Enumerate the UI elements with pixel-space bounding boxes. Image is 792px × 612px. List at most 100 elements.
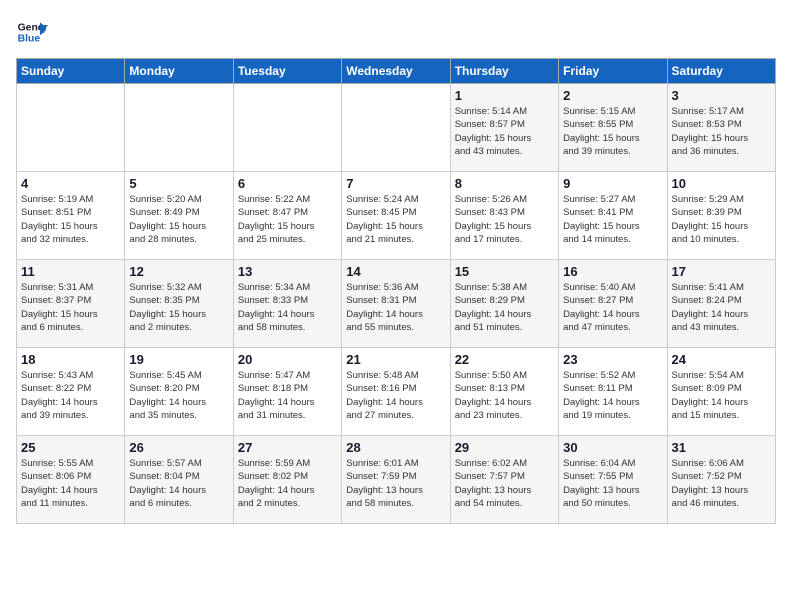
day-info: Sunrise: 5:54 AM Sunset: 8:09 PM Dayligh…: [672, 369, 771, 422]
day-number: 5: [129, 176, 228, 191]
day-number: 6: [238, 176, 337, 191]
calendar-cell: [125, 84, 233, 172]
day-info: Sunrise: 5:52 AM Sunset: 8:11 PM Dayligh…: [563, 369, 662, 422]
calendar-cell: 11 Sunrise: 5:31 AM Sunset: 8:37 PM Dayli…: [17, 260, 125, 348]
page-header: General Blue: [16, 16, 776, 48]
calendar-cell: 19Sunrise: 5:45 AM Sunset: 8:20 PM Dayli…: [125, 348, 233, 436]
day-number: 14: [346, 264, 445, 279]
day-info: Sunrise: 5:32 AM Sunset: 8:35 PM Dayligh…: [129, 281, 228, 334]
calendar-cell: 18Sunrise: 5:43 AM Sunset: 8:22 PM Dayli…: [17, 348, 125, 436]
calendar-cell: 28 Sunrise: 6:01 AM Sunset: 7:59 PM Dayli…: [342, 436, 450, 524]
calendar-cell: 26Sunrise: 5:57 AM Sunset: 8:04 PM Dayli…: [125, 436, 233, 524]
calendar-cell: 2 Sunrise: 5:15 AM Sunset: 8:55 PM Daylig…: [559, 84, 667, 172]
calendar-week-2: 11 Sunrise: 5:31 AM Sunset: 8:37 PM Dayli…: [17, 260, 776, 348]
logo: General Blue: [16, 16, 52, 48]
calendar-cell: 5 Sunrise: 5:20 AM Sunset: 8:49 PM Daylig…: [125, 172, 233, 260]
day-info: Sunrise: 5:59 AM Sunset: 8:02 PM Dayligh…: [238, 457, 337, 510]
calendar-cell: 9 Sunrise: 5:27 AM Sunset: 8:41 PM Daylig…: [559, 172, 667, 260]
day-info: Sunrise: 5:41 AM Sunset: 8:24 PM Dayligh…: [672, 281, 771, 334]
calendar-week-4: 25Sunrise: 5:55 AM Sunset: 8:06 PM Dayli…: [17, 436, 776, 524]
day-number: 11: [21, 264, 120, 279]
day-info: Sunrise: 5:14 AM Sunset: 8:57 PM Dayligh…: [455, 105, 554, 158]
day-number: 8: [455, 176, 554, 191]
day-number: 1: [455, 88, 554, 103]
day-info: Sunrise: 5:27 AM Sunset: 8:41 PM Dayligh…: [563, 193, 662, 246]
day-number: 21: [346, 352, 445, 367]
day-info: Sunrise: 6:04 AM Sunset: 7:55 PM Dayligh…: [563, 457, 662, 510]
day-number: 2: [563, 88, 662, 103]
calendar-table: SundayMondayTuesdayWednesdayThursdayFrid…: [16, 58, 776, 524]
day-info: Sunrise: 5:19 AM Sunset: 8:51 PM Dayligh…: [21, 193, 120, 246]
day-number: 28: [346, 440, 445, 455]
day-number: 4: [21, 176, 120, 191]
day-info: Sunrise: 6:02 AM Sunset: 7:57 PM Dayligh…: [455, 457, 554, 510]
svg-text:Blue: Blue: [18, 34, 41, 45]
day-number: 18: [21, 352, 120, 367]
calendar-cell: 6 Sunrise: 5:22 AM Sunset: 8:47 PM Daylig…: [233, 172, 341, 260]
day-number: 29: [455, 440, 554, 455]
day-number: 27: [238, 440, 337, 455]
day-number: 23: [563, 352, 662, 367]
day-info: Sunrise: 5:29 AM Sunset: 8:39 PM Dayligh…: [672, 193, 771, 246]
day-number: 9: [563, 176, 662, 191]
calendar-cell: 8 Sunrise: 5:26 AM Sunset: 8:43 PM Daylig…: [450, 172, 558, 260]
calendar-cell: 13 Sunrise: 5:34 AM Sunset: 8:33 PM Dayli…: [233, 260, 341, 348]
day-info: Sunrise: 5:20 AM Sunset: 8:49 PM Dayligh…: [129, 193, 228, 246]
calendar-cell: 27 Sunrise: 5:59 AM Sunset: 8:02 PM Dayli…: [233, 436, 341, 524]
weekday-header-tuesday: Tuesday: [233, 59, 341, 84]
day-number: 13: [238, 264, 337, 279]
day-number: 24: [672, 352, 771, 367]
day-info: Sunrise: 5:26 AM Sunset: 8:43 PM Dayligh…: [455, 193, 554, 246]
calendar-cell: 12 Sunrise: 5:32 AM Sunset: 8:35 PM Dayli…: [125, 260, 233, 348]
calendar-cell: 21 Sunrise: 5:48 AM Sunset: 8:16 PM Dayli…: [342, 348, 450, 436]
day-info: Sunrise: 5:22 AM Sunset: 8:47 PM Dayligh…: [238, 193, 337, 246]
day-number: 25: [21, 440, 120, 455]
calendar-week-1: 4 Sunrise: 5:19 AM Sunset: 8:51 PM Daylig…: [17, 172, 776, 260]
calendar-cell: 7Sunrise: 5:24 AM Sunset: 8:45 PM Daylig…: [342, 172, 450, 260]
calendar-cell: 25Sunrise: 5:55 AM Sunset: 8:06 PM Dayli…: [17, 436, 125, 524]
calendar-cell: 16Sunrise: 5:40 AM Sunset: 8:27 PM Dayli…: [559, 260, 667, 348]
weekday-header-sunday: Sunday: [17, 59, 125, 84]
calendar-cell: 4 Sunrise: 5:19 AM Sunset: 8:51 PM Daylig…: [17, 172, 125, 260]
day-number: 15: [455, 264, 554, 279]
day-number: 22: [455, 352, 554, 367]
day-number: 31: [672, 440, 771, 455]
weekday-row: SundayMondayTuesdayWednesdayThursdayFrid…: [17, 59, 776, 84]
calendar-cell: 29 Sunrise: 6:02 AM Sunset: 7:57 PM Dayli…: [450, 436, 558, 524]
calendar-cell: 10Sunrise: 5:29 AM Sunset: 8:39 PM Dayli…: [667, 172, 775, 260]
day-info: Sunrise: 6:01 AM Sunset: 7:59 PM Dayligh…: [346, 457, 445, 510]
day-info: Sunrise: 5:34 AM Sunset: 8:33 PM Dayligh…: [238, 281, 337, 334]
day-number: 30: [563, 440, 662, 455]
calendar-cell: 30 Sunrise: 6:04 AM Sunset: 7:55 PM Dayli…: [559, 436, 667, 524]
day-number: 19: [129, 352, 228, 367]
calendar-cell: 20Sunrise: 5:47 AM Sunset: 8:18 PM Dayli…: [233, 348, 341, 436]
calendar-cell: 1 Sunrise: 5:14 AM Sunset: 8:57 PM Daylig…: [450, 84, 558, 172]
day-info: Sunrise: 5:36 AM Sunset: 8:31 PM Dayligh…: [346, 281, 445, 334]
day-number: 26: [129, 440, 228, 455]
day-info: Sunrise: 5:15 AM Sunset: 8:55 PM Dayligh…: [563, 105, 662, 158]
day-info: Sunrise: 5:40 AM Sunset: 8:27 PM Dayligh…: [563, 281, 662, 334]
calendar-week-0: 1 Sunrise: 5:14 AM Sunset: 8:57 PM Daylig…: [17, 84, 776, 172]
day-info: Sunrise: 5:47 AM Sunset: 8:18 PM Dayligh…: [238, 369, 337, 422]
calendar-week-3: 18Sunrise: 5:43 AM Sunset: 8:22 PM Dayli…: [17, 348, 776, 436]
day-number: 3: [672, 88, 771, 103]
weekday-header-thursday: Thursday: [450, 59, 558, 84]
calendar-cell: 14 Sunrise: 5:36 AM Sunset: 8:31 PM Dayli…: [342, 260, 450, 348]
day-number: 17: [672, 264, 771, 279]
day-info: Sunrise: 6:06 AM Sunset: 7:52 PM Dayligh…: [672, 457, 771, 510]
calendar-cell: 3Sunrise: 5:17 AM Sunset: 8:53 PM Daylig…: [667, 84, 775, 172]
calendar-cell: [17, 84, 125, 172]
weekday-header-monday: Monday: [125, 59, 233, 84]
calendar-cell: 23 Sunrise: 5:52 AM Sunset: 8:11 PM Dayli…: [559, 348, 667, 436]
day-number: 12: [129, 264, 228, 279]
day-info: Sunrise: 5:50 AM Sunset: 8:13 PM Dayligh…: [455, 369, 554, 422]
day-info: Sunrise: 5:48 AM Sunset: 8:16 PM Dayligh…: [346, 369, 445, 422]
day-info: Sunrise: 5:31 AM Sunset: 8:37 PM Dayligh…: [21, 281, 120, 334]
weekday-header-friday: Friday: [559, 59, 667, 84]
weekday-header-wednesday: Wednesday: [342, 59, 450, 84]
calendar-cell: 15Sunrise: 5:38 AM Sunset: 8:29 PM Dayli…: [450, 260, 558, 348]
calendar-cell: 17 Sunrise: 5:41 AM Sunset: 8:24 PM Dayli…: [667, 260, 775, 348]
weekday-header-saturday: Saturday: [667, 59, 775, 84]
calendar-cell: 31 Sunrise: 6:06 AM Sunset: 7:52 PM Dayli…: [667, 436, 775, 524]
calendar-cell: 22 Sunrise: 5:50 AM Sunset: 8:13 PM Dayli…: [450, 348, 558, 436]
